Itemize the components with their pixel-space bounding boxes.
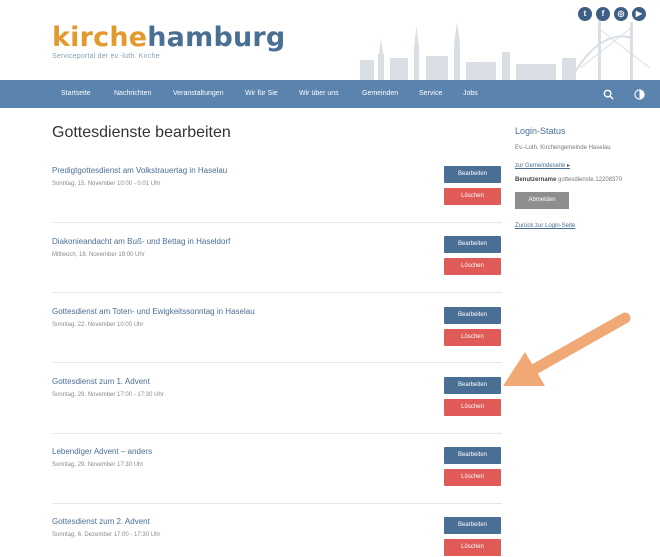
logout-button[interactable]: Abmelden — [515, 192, 569, 209]
nav-item-startseite[interactable]: Startseite — [61, 80, 91, 108]
service-entry: Lebendiger Advent – anders Sonntag, 29. … — [52, 447, 502, 468]
delete-button[interactable]: Löschen — [444, 399, 501, 416]
edit-button[interactable]: Bearbeiten — [444, 236, 501, 253]
edit-button[interactable]: Bearbeiten — [444, 377, 501, 394]
service-date: Mittwoch, 18. November 19:00 Uhr — [52, 252, 145, 258]
service-date: Sonntag, 29. November 17:30 Uhr — [52, 462, 144, 468]
search-icon[interactable] — [603, 80, 614, 108]
divider — [52, 433, 502, 434]
nav-item-wir-ueber-uns[interactable]: Wir über uns — [299, 80, 339, 108]
site-header: kirchehamburg Serviceportal der ev.-luth… — [0, 0, 660, 80]
page-title: Gottesdienste bearbeiten — [52, 124, 231, 141]
service-entry: Diakonieandacht am Buß- und Bettag in Ha… — [52, 237, 502, 258]
back-to-login-link[interactable]: Zurück zur Login-Seite — [515, 223, 575, 229]
service-title[interactable]: Predigtgottesdienst am Volkstrauertag in… — [52, 166, 502, 175]
delete-button[interactable]: Löschen — [444, 539, 501, 556]
logo-kirche: kirche — [52, 22, 148, 53]
page: kirchehamburg Serviceportal der ev.-luth… — [0, 0, 660, 557]
community-page-link[interactable]: zur Gemeindeseite ▸ — [515, 162, 570, 169]
nav-item-gemeinden[interactable]: Gemeinden — [362, 80, 398, 108]
twitter-icon[interactable]: t — [578, 7, 592, 21]
arrow-right-icon: ▸ — [567, 163, 571, 169]
divider — [52, 292, 502, 293]
logo[interactable]: kirchehamburg Serviceportal der ev.-luth… — [52, 24, 285, 61]
service-entry: Gottesdienst am Toten- und Ewigkeitssonn… — [52, 307, 502, 328]
delete-button[interactable]: Löschen — [444, 258, 501, 275]
service-title[interactable]: Lebendiger Advent – anders — [52, 447, 502, 456]
edit-button[interactable]: Bearbeiten — [444, 307, 501, 324]
youtube-icon[interactable]: ▶ — [632, 7, 646, 21]
facebook-icon[interactable]: f — [596, 7, 610, 21]
organization-name: Ev.-Luth. Kirchengemeinde Haselau — [515, 145, 611, 151]
divider — [52, 362, 502, 363]
edit-button[interactable]: Bearbeiten — [444, 447, 501, 464]
nav-item-wir-fuer-sie[interactable]: Wir für Sie — [245, 80, 278, 108]
divider — [52, 503, 502, 504]
username-value: gottesdienste.12208370 — [558, 177, 623, 183]
service-entry: Gottesdienst zum 1. Advent Sonntag, 29. … — [52, 377, 502, 398]
service-entry: Gottesdienst zum 2. Advent Sonntag, 6. D… — [52, 517, 502, 538]
logo-subtitle: Serviceportal der ev.-luth. Kirche — [52, 53, 160, 60]
logo-wordmark: kirchehamburg — [52, 24, 285, 52]
username-label: Benutzername — [515, 177, 557, 183]
nav-item-nachrichten[interactable]: Nachrichten — [114, 80, 151, 108]
nav-item-jobs[interactable]: Jobs — [463, 80, 478, 108]
delete-button[interactable]: Löschen — [444, 188, 501, 205]
nav-item-service[interactable]: Service — [419, 80, 442, 108]
username-row: Benutzername gottesdienste.12208370 — [515, 177, 622, 183]
contrast-icon[interactable] — [634, 80, 645, 108]
service-title[interactable]: Diakonieandacht am Buß- und Bettag in Ha… — [52, 237, 502, 246]
delete-button[interactable]: Löschen — [444, 329, 501, 346]
login-status-title: Login-Status — [515, 126, 566, 136]
service-title[interactable]: Gottesdienst am Toten- und Ewigkeitssonn… — [52, 307, 502, 316]
main-nav: Startseite Nachrichten Veranstaltungen W… — [0, 80, 660, 108]
service-title[interactable]: Gottesdienst zum 2. Advent — [52, 517, 502, 526]
nav-item-veranstaltungen[interactable]: Veranstaltungen — [173, 80, 224, 108]
logo-hamburg: hamburg — [147, 22, 286, 53]
divider — [52, 222, 502, 223]
edit-button[interactable]: Bearbeiten — [444, 166, 501, 183]
service-entry: Predigtgottesdienst am Volkstrauertag in… — [52, 166, 502, 187]
instagram-icon[interactable]: ◎ — [614, 7, 628, 21]
service-date: Sonntag, 6. Dezember 17:00 - 17:30 Uhr — [52, 532, 161, 538]
social-links: t f ◎ ▶ — [578, 7, 646, 21]
delete-button[interactable]: Löschen — [444, 469, 501, 486]
service-date: Sonntag, 22. November 10:00 Uhr — [52, 322, 144, 328]
service-date: Sonntag, 15. November 10:00 - 0:01 Uhr — [52, 181, 161, 187]
service-date: Sonntag, 29. November 17:00 - 17:30 Uhr — [52, 392, 164, 398]
annotation-arrow-icon — [503, 312, 631, 386]
community-page-link-label: zur Gemeindeseite — [515, 163, 566, 169]
edit-button[interactable]: Bearbeiten — [444, 517, 501, 534]
service-title[interactable]: Gottesdienst zum 1. Advent — [52, 377, 502, 386]
